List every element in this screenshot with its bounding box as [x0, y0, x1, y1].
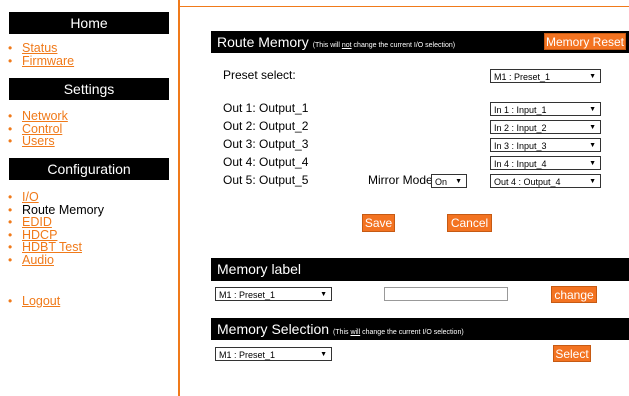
output-5-select[interactable]: Out 4 : Output_4 ▼: [490, 174, 601, 188]
output-1-label: Out 1: Output_1: [223, 101, 309, 115]
memory-label-title: Memory label: [217, 261, 302, 277]
memory-selection-select[interactable]: M1 : Preset_1 ▼: [215, 347, 332, 361]
memory-reset-button[interactable]: Memory Reset: [544, 33, 626, 50]
sidebar-item-users[interactable]: Users: [8, 135, 68, 148]
logout-menu: Logout: [8, 295, 60, 308]
save-button[interactable]: Save: [362, 214, 395, 232]
chevron-down-icon: ▼: [320, 291, 327, 298]
chevron-down-icon: ▼: [589, 142, 596, 149]
output-5-label: Out 5: Output_5: [223, 173, 309, 187]
memory-label-input[interactable]: [384, 287, 508, 301]
memory-selection-header: Memory Selection (This will change the c…: [211, 318, 629, 340]
sidebar-heading-home: Home: [9, 12, 169, 34]
chevron-down-icon: ▼: [589, 73, 596, 80]
route-memory-title: Route Memory (This will not change the c…: [217, 34, 456, 50]
memory-selection-note: (This will change the current I/O select…: [332, 329, 464, 336]
cancel-button[interactable]: Cancel: [447, 214, 492, 232]
route-memory-note: (This will not change the current I/O se…: [312, 42, 456, 49]
configuration-menu: I/O Route Memory EDID HDCP HDBT Test Aud…: [8, 191, 104, 266]
output-1-select[interactable]: In 1 : Input_1 ▼: [490, 102, 601, 116]
firmware-link[interactable]: Firmware: [22, 54, 74, 68]
output-4-select[interactable]: In 4 : Input_4 ▼: [490, 156, 601, 170]
chevron-down-icon: ▼: [455, 178, 462, 185]
logout-link[interactable]: Logout: [22, 294, 60, 308]
sidebar-heading-settings: Settings: [9, 78, 169, 100]
audio-link[interactable]: Audio: [22, 253, 54, 267]
output-3-select[interactable]: In 3 : Input_3 ▼: [490, 138, 601, 152]
chevron-down-icon: ▼: [589, 178, 596, 185]
sidebar-heading-configuration: Configuration: [9, 158, 169, 180]
users-link[interactable]: Users: [22, 134, 55, 148]
sidebar-item-logout[interactable]: Logout: [8, 295, 60, 308]
chevron-down-icon: ▼: [589, 124, 596, 131]
output-2-select[interactable]: In 2 : Input_2 ▼: [490, 120, 601, 134]
chevron-down-icon: ▼: [320, 351, 327, 358]
chevron-down-icon: ▼: [589, 160, 596, 167]
output-4-label: Out 4: Output_4: [223, 155, 309, 169]
memory-label-select[interactable]: M1 : Preset_1 ▼: [215, 287, 332, 301]
sidebar-item-firmware[interactable]: Firmware: [8, 54, 74, 68]
sidebar: Home Status Firmware Settings Network Co…: [0, 0, 180, 396]
memory-label-header: Memory label: [211, 258, 629, 281]
preset-select[interactable]: M1 : Preset_1 ▼: [490, 69, 601, 83]
select-button[interactable]: Select: [553, 345, 591, 362]
route-memory-header: Route Memory (This will not change the c…: [211, 31, 629, 53]
mirror-mode-select[interactable]: On ▼: [431, 174, 467, 188]
output-2-label: Out 2: Output_2: [223, 119, 309, 133]
memory-selection-title: Memory Selection (This will change the c…: [217, 321, 464, 337]
sidebar-item-audio[interactable]: Audio: [8, 253, 104, 267]
home-menu: Status Firmware: [8, 42, 74, 67]
mirror-mode-label: Mirror Mode: [368, 173, 433, 187]
change-button[interactable]: change: [551, 286, 597, 303]
settings-menu: Network Control Users: [8, 110, 68, 148]
chevron-down-icon: ▼: [589, 106, 596, 113]
preset-select-label: Preset select:: [223, 68, 296, 82]
output-3-label: Out 3: Output_3: [223, 137, 309, 151]
top-divider: [180, 6, 629, 7]
